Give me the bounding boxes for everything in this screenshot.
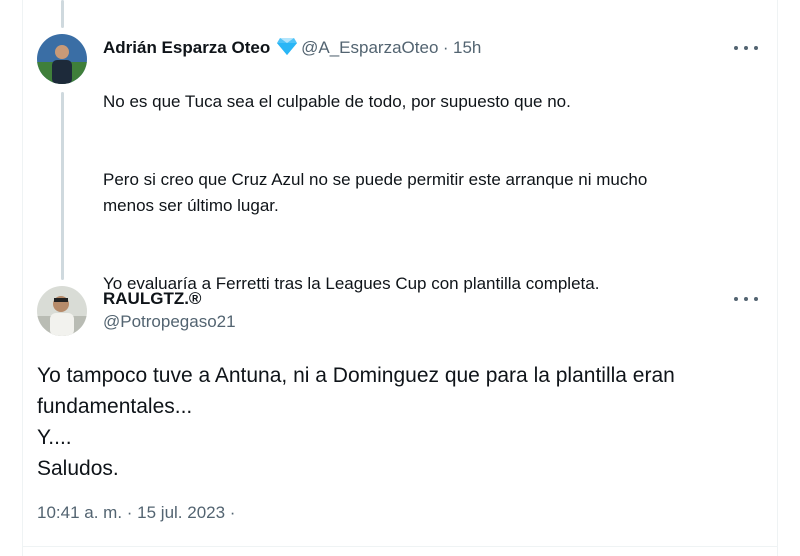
main-tweet-body: Yo tampoco tuve a Antuna, ni a Dominguez… — [37, 364, 675, 480]
tweet-time[interactable]: 15h — [453, 38, 481, 57]
author-name[interactable]: RAULGTZ.® — [103, 289, 236, 309]
author-handle[interactable]: @Potropegaso21 — [103, 312, 236, 332]
divider — [22, 546, 778, 547]
author-handle[interactable]: @A_EsparzaOteo — [301, 38, 438, 57]
thread-line-top — [61, 0, 64, 28]
avatar[interactable] — [37, 286, 87, 336]
reply-tweet-header: Adrián Esparza Oteo @A_EsparzaOteo · 15h — [103, 37, 481, 60]
main-tweet-header: RAULGTZ.® @Potropegaso21 — [103, 289, 236, 332]
thread-line-connector — [61, 92, 64, 280]
separator-dot: · — [442, 38, 449, 57]
author-name[interactable]: Adrián Esparza Oteo — [103, 38, 270, 57]
avatar[interactable] — [37, 34, 87, 84]
tweet-timestamp[interactable]: 10:41 a. m. · 15 jul. 2023 · — [37, 503, 235, 523]
more-options-icon[interactable] — [734, 41, 758, 55]
tweet-paragraph: Pero si creo que Cruz Azul no se puede p… — [103, 170, 648, 215]
reply-tweet-body: No es que Tuca sea el culpable de todo, … — [103, 63, 743, 323]
diamond-verified-icon — [276, 37, 297, 60]
tweet-paragraph: No es que Tuca sea el culpable de todo, … — [103, 92, 571, 111]
more-options-icon[interactable] — [734, 292, 758, 306]
